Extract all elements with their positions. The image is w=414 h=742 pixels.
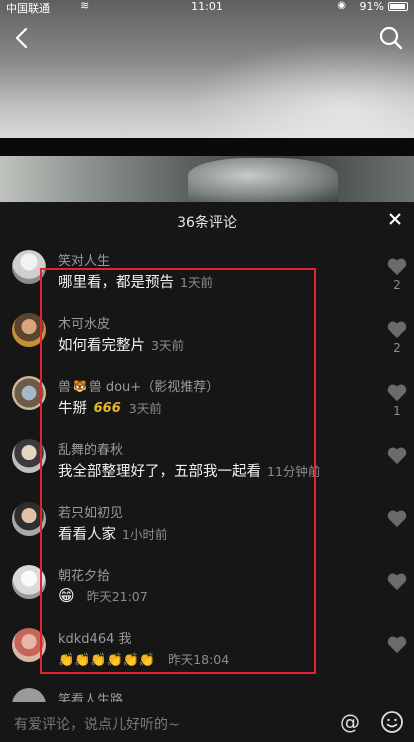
username-prefix: 兽: [58, 380, 72, 395]
comment-time: 3天前: [128, 401, 162, 416]
comment-text: 😁 昨天21:07: [58, 586, 148, 605]
comment-username[interactable]: 若只如初见: [58, 502, 123, 521]
emoji-face-icon: [381, 711, 403, 733]
comment-item[interactable]: 木可水皮 如何看完整片 3天前 2: [0, 313, 414, 375]
comment-body: 我全部整理好了，五部我一起看: [58, 464, 261, 480]
comment-item[interactable]: 笑看人生路: [0, 688, 414, 702]
comment-time: 11分钟前: [267, 464, 321, 479]
heart-icon[interactable]: [386, 382, 408, 402]
avatar[interactable]: [12, 688, 46, 702]
heart-icon[interactable]: [386, 571, 408, 591]
rotation-lock-icon: ◉: [337, 0, 346, 11]
comment-text: 看看人家 1小时前: [58, 523, 167, 544]
heart-icon[interactable]: [386, 256, 408, 276]
comment-text: 牛掰 666 3天前: [58, 397, 162, 418]
video-frame-strip[interactable]: [0, 156, 414, 202]
grin-emoji-icon: 😁: [58, 586, 75, 605]
mention-button[interactable]: @: [338, 710, 362, 734]
video-subject: [188, 158, 338, 202]
heart-icon[interactable]: [386, 319, 408, 339]
avatar[interactable]: [12, 250, 46, 284]
comment-time: 昨天18:04: [168, 652, 230, 667]
like-count: 2: [393, 341, 401, 355]
comment-input[interactable]: 有爱评论，说点儿好听的~: [14, 714, 180, 734]
comment-item[interactable]: 兽 🐯 兽 dou+（影视推荐） 牛掰 666 3天前 1: [0, 376, 414, 438]
video-glow: [184, 40, 414, 138]
heart-icon[interactable]: [386, 634, 408, 654]
video-frame-top[interactable]: [0, 0, 414, 138]
comment-text: 如何看完整片 3天前: [58, 334, 184, 355]
avatar[interactable]: [12, 565, 46, 599]
clock: 11:01: [191, 0, 223, 13]
clap-emoji-row: 👏👏👏👏👏👏: [58, 653, 156, 668]
avatar[interactable]: [12, 502, 46, 536]
avatar[interactable]: [12, 313, 46, 347]
chevron-left-icon: [15, 27, 28, 49]
comment-time: 1小时前: [122, 527, 168, 542]
like-count: 2: [393, 278, 401, 292]
search-button[interactable]: [378, 24, 404, 52]
close-button[interactable]: [386, 210, 404, 228]
comment-item[interactable]: kdkd464 我 👏👏👏👏👏👏 昨天18:04: [0, 628, 414, 690]
comment-time: 昨天21:07: [86, 589, 148, 604]
comment-username[interactable]: 兽 🐯 兽 dou+（影视推荐）: [58, 376, 219, 395]
back-button[interactable]: [10, 24, 34, 52]
search-icon: [379, 26, 403, 50]
heart-icon[interactable]: [386, 508, 408, 528]
battery-percent: 91%: [359, 0, 384, 13]
comment-time: 3天前: [151, 338, 184, 353]
comment-username[interactable]: 木可水皮: [58, 313, 110, 332]
emoji-666-badge: 666: [93, 401, 121, 416]
status-bar: 中国联通 ≋ 11:01 ◉ 91%: [0, 0, 414, 15]
video-letterbox: [0, 138, 414, 156]
avatar[interactable]: [12, 628, 46, 662]
comment-body: 如何看完整片: [58, 338, 145, 354]
comment-item[interactable]: 笑对人生 哪里看，都是预告 1天前 2: [0, 250, 414, 312]
username-suffix: 兽 dou+（影视推荐）: [88, 380, 220, 395]
comment-text: 我全部整理好了，五部我一起看 11分钟前: [58, 460, 320, 481]
comment-body: 哪里看，都是预告: [58, 275, 174, 291]
comment-username[interactable]: 笑看人生路: [58, 689, 123, 702]
comment-username[interactable]: 乱舞的春秋: [58, 439, 123, 458]
comment-item[interactable]: 乱舞的春秋 我全部整理好了，五部我一起看 11分钟前: [0, 439, 414, 501]
avatar[interactable]: [12, 439, 46, 473]
comment-count-title: 36条评论: [177, 215, 237, 231]
heart-icon[interactable]: [386, 445, 408, 465]
comment-input-bar: 有爱评论，说点儿好听的~ @: [0, 702, 414, 742]
battery-icon: [388, 2, 408, 11]
close-icon: [389, 213, 401, 225]
comment-text: 👏👏👏👏👏👏 昨天18:04: [58, 649, 229, 668]
comment-username[interactable]: 笑对人生: [58, 250, 110, 269]
emoji-button[interactable]: [380, 710, 404, 734]
comment-username[interactable]: 朝花夕拾: [58, 565, 110, 584]
comment-time: 1天前: [180, 275, 213, 290]
comment-item[interactable]: 若只如初见 看看人家 1小时前: [0, 502, 414, 564]
comment-body: 看看人家: [58, 527, 116, 543]
comment-item[interactable]: 朝花夕拾 😁 昨天21:07: [0, 565, 414, 627]
avatar[interactable]: [12, 376, 46, 410]
like-count: 1: [393, 404, 401, 418]
comment-body: 牛掰: [58, 401, 87, 417]
tiger-emoji-icon: 🐯: [73, 380, 87, 393]
comment-username[interactable]: kdkd464 我: [58, 628, 132, 647]
comment-text: 哪里看，都是预告 1天前: [58, 271, 213, 292]
